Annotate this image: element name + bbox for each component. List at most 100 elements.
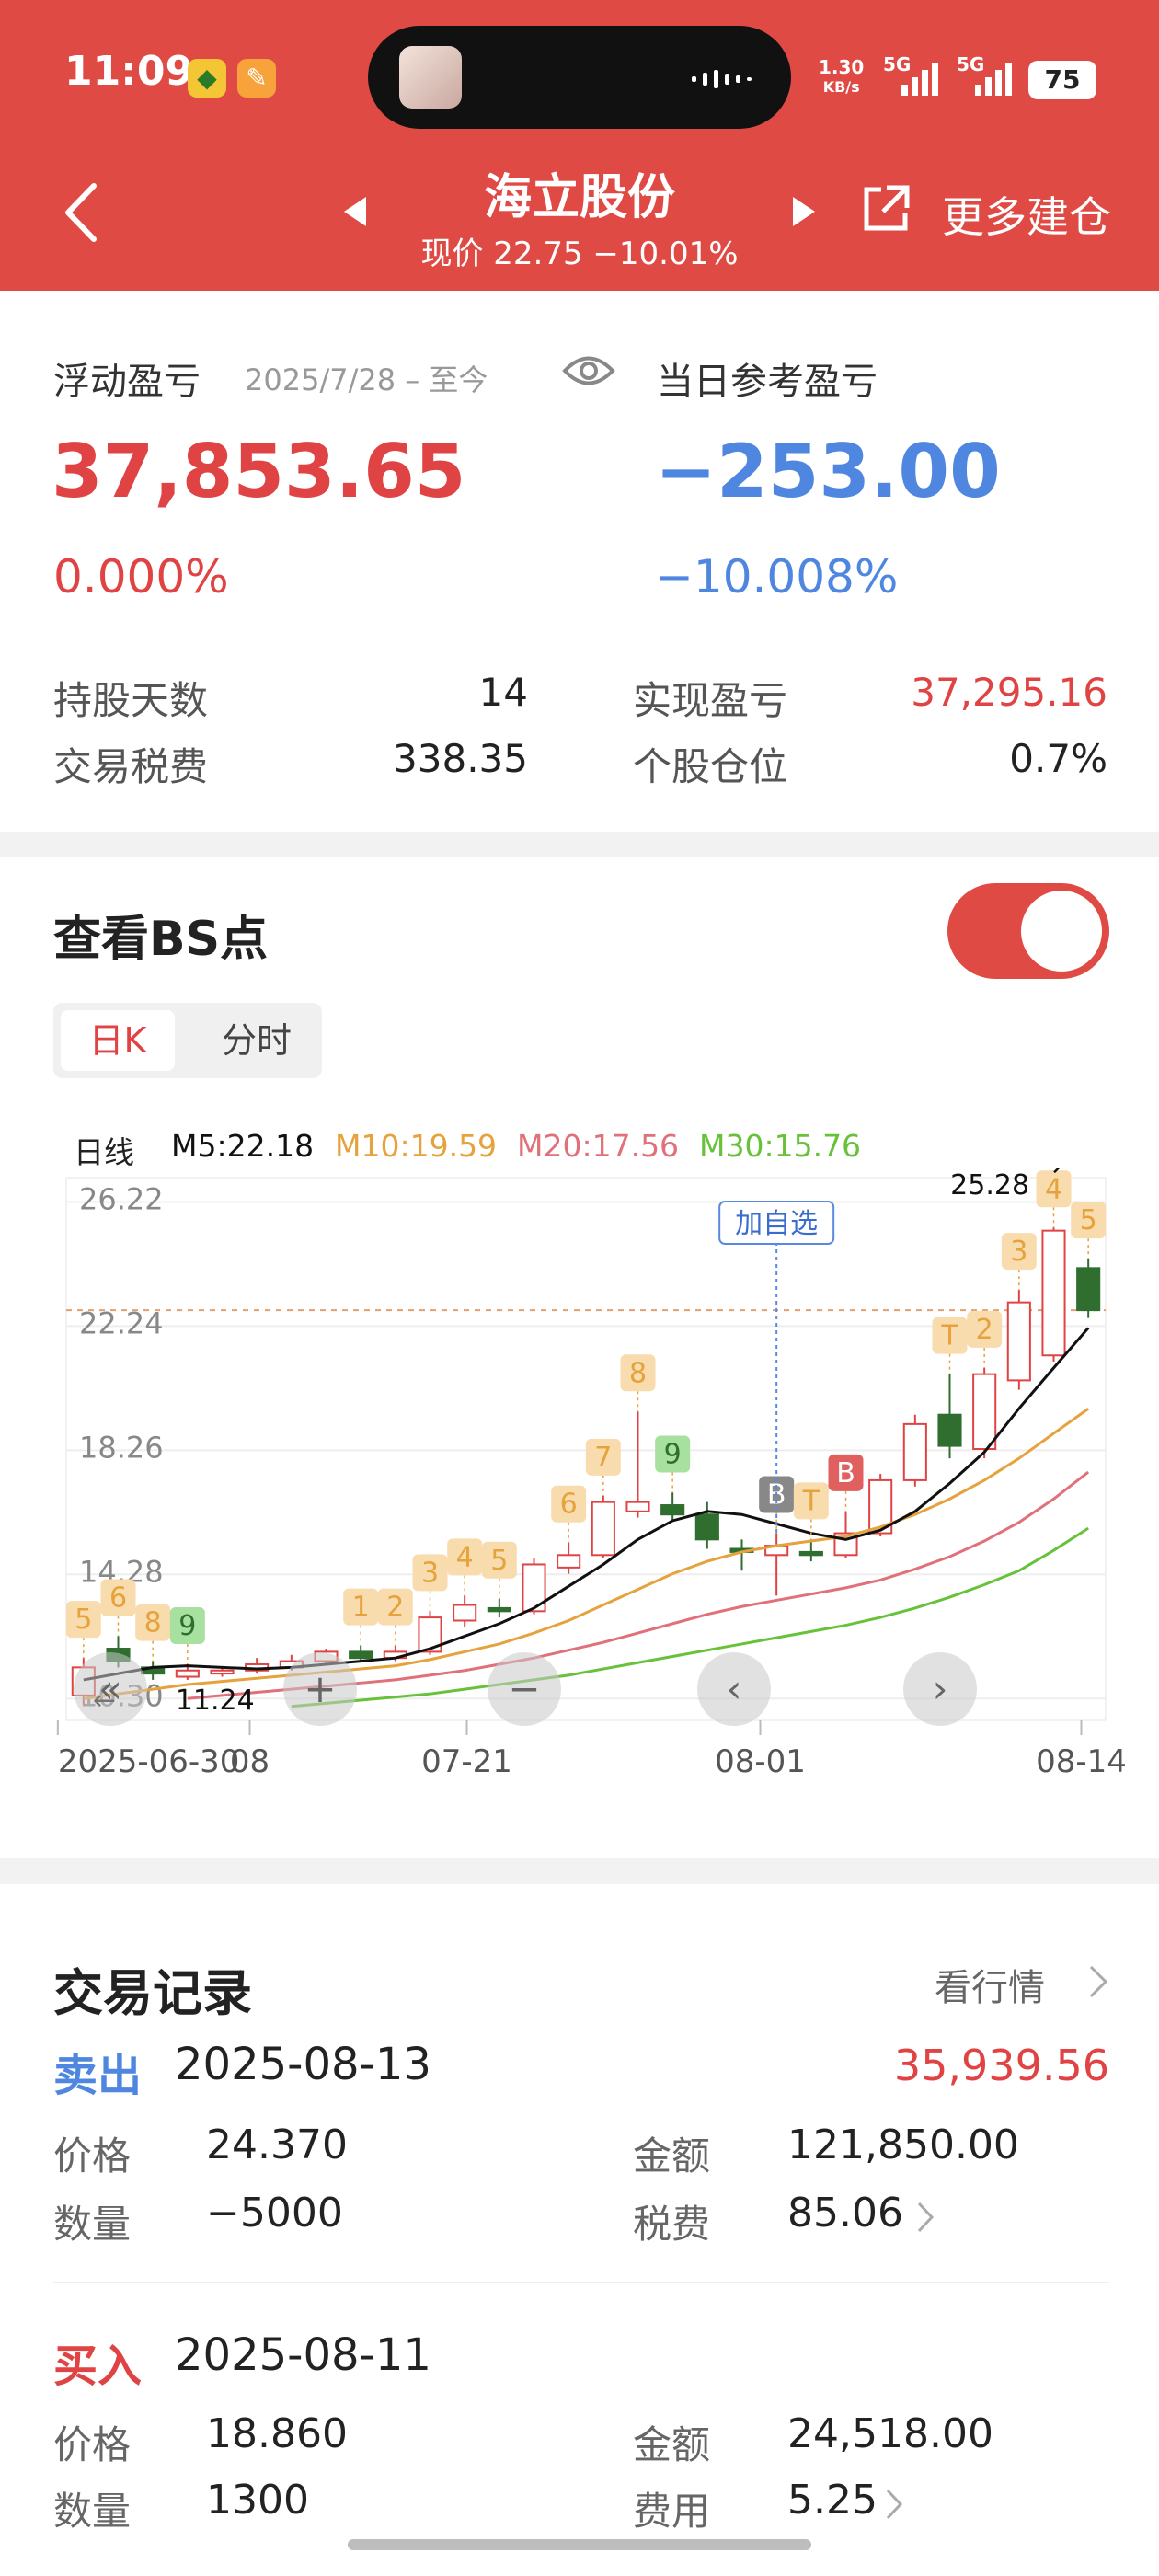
- divider: [53, 2282, 1109, 2283]
- bs-marker-label: 6: [560, 1489, 578, 1521]
- bs-marker-label: T: [940, 1320, 958, 1352]
- chevron-right-icon[interactable]: [885, 2488, 903, 2521]
- day-pnl-label: 当日参考盈亏: [657, 361, 878, 403]
- zoom-out-button[interactable]: −: [488, 1652, 561, 1726]
- qty-label: 数量: [53, 2489, 132, 2534]
- x-tick-label: 07-21: [421, 1743, 512, 1780]
- min-price-label: 11.24: [176, 1685, 255, 1717]
- bs-marker-label: 1: [352, 1592, 370, 1624]
- trades-card: 交易记录 看行情 卖出 2025-08-13 35,939.56 价格 24.3…: [0, 1884, 1159, 2576]
- control-glyph: «: [98, 1666, 122, 1711]
- bs-section-title: 查看BS点: [53, 912, 269, 967]
- control-glyph: +: [304, 1666, 336, 1711]
- chevron-right-icon[interactable]: [1087, 1963, 1109, 2000]
- stat-label: 实现盈亏: [633, 678, 788, 723]
- more-build-button[interactable]: 更多建仓: [942, 184, 1111, 245]
- tab-intraday[interactable]: 分时: [202, 1010, 311, 1071]
- fee-label: 税费: [633, 2202, 711, 2247]
- x-tick-label: 08-14: [1036, 1743, 1127, 1780]
- trade-side-sell: 卖出: [53, 2050, 143, 2101]
- candle-body: [453, 1604, 477, 1622]
- eye-icon[interactable]: [561, 350, 616, 392]
- stat-label: 个股仓位: [633, 744, 788, 789]
- max-price-label: 25.28: [950, 1169, 1029, 1202]
- bs-marker-label: B: [836, 1457, 855, 1489]
- qty-label: 数量: [53, 2202, 132, 2247]
- legend-m10: M10:19.59: [335, 1128, 498, 1164]
- bs-marker-label: 9: [664, 1438, 682, 1470]
- bs-marker-label: T: [802, 1485, 820, 1517]
- stat-value: 14: [478, 670, 528, 715]
- bs-toggle[interactable]: [947, 883, 1109, 979]
- prev-stock-icon[interactable]: [340, 193, 370, 230]
- control-glyph: ‹: [727, 1666, 742, 1711]
- candle-body: [694, 1513, 719, 1541]
- stat-value: 0.7%: [1009, 736, 1107, 781]
- add-watchlist-label: 加自选: [735, 1208, 818, 1240]
- price-label: 价格: [53, 2133, 132, 2179]
- toggle-knob: [1021, 891, 1102, 972]
- trade-date: 2025-08-13: [175, 2039, 431, 2090]
- x-tick-label: 08: [230, 1743, 270, 1780]
- bs-marker-label: 2: [976, 1314, 993, 1346]
- trade-qty: 1300: [206, 2477, 309, 2524]
- candle-body: [798, 1550, 823, 1557]
- max-arrow: →: [1039, 1168, 1061, 1183]
- stat-label: 持股天数: [53, 678, 209, 723]
- legend-m5: M5:22.18: [171, 1128, 315, 1164]
- candle-body: [1076, 1267, 1101, 1312]
- bs-marker-label: 5: [490, 1545, 508, 1577]
- chart-tabs: 日K 分时: [53, 1003, 322, 1078]
- trade-amount: 24,518.00: [787, 2410, 993, 2457]
- pnl-card: 浮动盈亏 2025/7/28 – 至今 当日参考盈亏 37,853.65 −25…: [0, 291, 1159, 832]
- price-label: 价格: [53, 2422, 132, 2467]
- prev-button[interactable]: ‹: [697, 1652, 771, 1726]
- float-pnl-pct: 0.000%: [53, 550, 229, 604]
- app-notification-icon-2: ✎: [237, 59, 276, 98]
- trade-total: 35,939.56: [893, 2041, 1109, 2090]
- signal-bars-icon: [901, 63, 938, 96]
- x-tick-label: 08-01: [715, 1743, 806, 1780]
- tab-day-k[interactable]: 日K: [61, 1010, 175, 1071]
- bs-marker-label: 4: [456, 1541, 474, 1573]
- bs-marker-label: 8: [629, 1357, 647, 1389]
- zoom-back-button[interactable]: «: [74, 1652, 147, 1726]
- next-button[interactable]: ›: [903, 1652, 977, 1726]
- fee-label: 费用: [633, 2489, 711, 2534]
- trade-fee[interactable]: 5.25: [787, 2477, 878, 2524]
- trade-fee[interactable]: 85.06: [787, 2190, 903, 2237]
- header-bar: 11:09 ◆ ✎ 1.30 KB/s 5G 5G 75 海立股份 现价 22.…: [0, 0, 1159, 291]
- amount-label: 金额: [633, 2133, 711, 2179]
- control-glyph: −: [508, 1666, 540, 1711]
- stat-value: 37,295.16: [911, 670, 1107, 715]
- app-notification-icon: ◆: [188, 59, 226, 98]
- external-link-icon[interactable]: [859, 182, 912, 236]
- current-price: 现价 22.75 −10.01%: [420, 236, 739, 272]
- kline-chart[interactable]: 26.2222.2418.2614.2810.305689123456789BT…: [0, 1168, 1159, 1812]
- legend-m30: M30:15.76: [699, 1128, 862, 1164]
- bs-marker-label: 3: [421, 1557, 439, 1589]
- candle-body: [660, 1504, 685, 1516]
- candle-body: [625, 1501, 650, 1512]
- candle-body: [972, 1373, 997, 1451]
- chevron-right-icon[interactable]: [916, 2201, 935, 2234]
- zoom-in-button[interactable]: +: [283, 1652, 357, 1726]
- candle-body: [557, 1554, 581, 1569]
- next-stock-icon[interactable]: [789, 193, 819, 230]
- dynamic-island: [368, 26, 791, 129]
- stat-value: 338.35: [393, 736, 528, 781]
- view-market-link[interactable]: 看行情: [935, 1958, 1045, 2011]
- home-indicator[interactable]: [348, 2539, 811, 2550]
- candle-body: [175, 1669, 200, 1678]
- bs-marker-label: 2: [386, 1592, 404, 1624]
- stat-label: 交易税费: [53, 744, 209, 789]
- trade-side-buy: 买入: [53, 2340, 143, 2392]
- bs-marker-label: 3: [1010, 1236, 1027, 1268]
- y-tick-label: 26.22: [79, 1181, 164, 1216]
- control-glyph: ›: [933, 1666, 948, 1711]
- day-pnl-pct: −10.008%: [655, 550, 899, 604]
- back-arrow-icon[interactable]: [59, 180, 105, 245]
- candle-body: [591, 1501, 615, 1557]
- signal-bars-icon-2: [975, 63, 1012, 96]
- media-cover-icon: [399, 46, 462, 109]
